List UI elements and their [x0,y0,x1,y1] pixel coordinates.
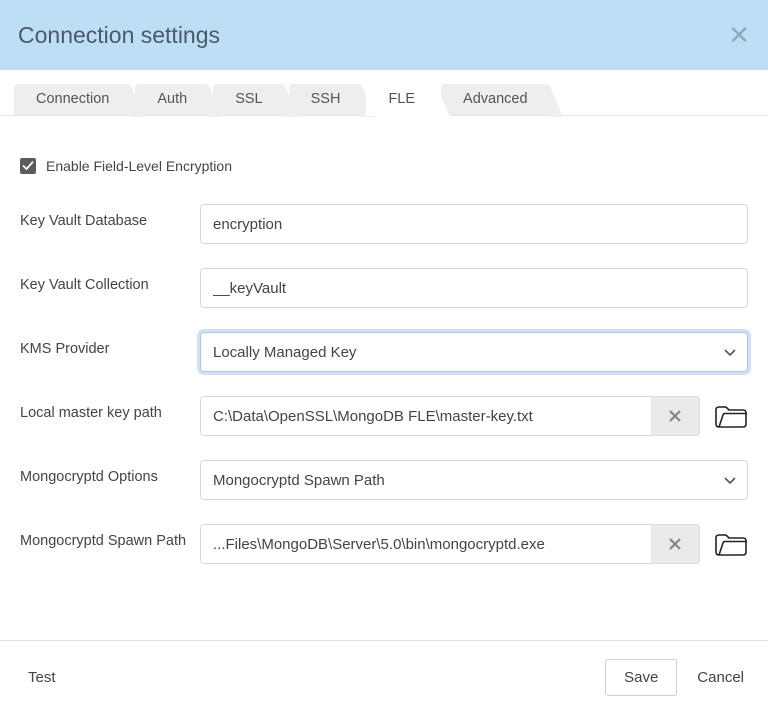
tab-panel-fle: Enable Field-Level Encryption Key Vault … [0,116,768,564]
label-local-master-key: Local master key path [20,396,200,421]
select-kms-provider[interactable]: Locally Managed Key [200,332,748,372]
tab-advanced[interactable]: Advanced [441,84,550,115]
browse-local-master-key-button[interactable] [714,402,748,430]
label-kms-provider: KMS Provider [20,332,200,357]
label-mongocryptd-spawn: Mongocryptd Spawn Path [20,524,200,549]
tab-connection[interactable]: Connection [14,84,131,115]
dialog-title: Connection settings [18,22,220,49]
save-button[interactable]: Save [605,659,677,696]
clear-mongocryptd-spawn-button[interactable] [651,525,699,563]
close-icon [668,409,682,423]
dialog-header: Connection settings ✕ [0,0,768,70]
label-mongocryptd-options: Mongocryptd Options [20,460,200,485]
test-button[interactable]: Test [28,669,56,686]
input-local-master-key[interactable] [201,397,651,435]
folder-icon [714,530,748,558]
row-key-vault-db: Key Vault Database [20,204,748,244]
enable-fle-row: Enable Field-Level Encryption [20,158,748,174]
dialog-footer: Test Save Cancel [0,640,768,714]
browse-mongocryptd-spawn-button[interactable] [714,530,748,558]
row-mongocryptd-options: Mongocryptd Options Mongocryptd Spawn Pa… [20,460,748,500]
select-mongocryptd-options[interactable]: Mongocryptd Spawn Path [200,460,748,500]
row-local-master-key: Local master key path [20,396,748,436]
clear-local-master-key-button[interactable] [651,397,699,435]
folder-icon [714,402,748,430]
label-key-vault-coll: Key Vault Collection [20,268,200,293]
tab-ssh[interactable]: SSH [289,84,363,115]
enable-fle-label: Enable Field-Level Encryption [46,158,232,174]
row-key-vault-coll: Key Vault Collection [20,268,748,308]
label-key-vault-db: Key Vault Database [20,204,200,229]
check-icon [22,160,34,172]
row-kms-provider: KMS Provider Locally Managed Key [20,332,748,372]
cancel-button[interactable]: Cancel [697,669,744,686]
tab-ssl[interactable]: SSL [213,84,284,115]
input-key-vault-db[interactable] [200,204,748,244]
tab-fle[interactable]: FLE [366,84,437,115]
input-key-vault-coll[interactable] [200,268,748,308]
tab-bar: Connection Auth SSL SSH FLE Advanced [0,70,768,116]
row-mongocryptd-spawn: Mongocryptd Spawn Path [20,524,748,564]
close-icon[interactable]: ✕ [728,22,750,48]
input-mongocryptd-spawn[interactable] [201,525,651,563]
enable-fle-checkbox[interactable] [20,158,36,174]
close-icon [668,537,682,551]
tab-auth[interactable]: Auth [135,84,209,115]
